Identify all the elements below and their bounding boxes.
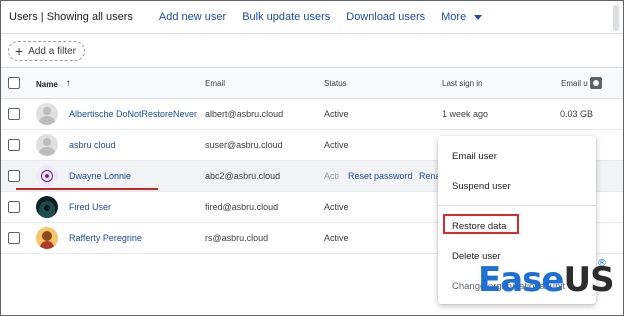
avatar (36, 103, 58, 125)
add-filter-button[interactable]: + Add a filter (8, 41, 85, 61)
scrollbar[interactable] (613, 5, 619, 31)
row-checkbox[interactable] (8, 108, 20, 120)
table-header: Name ↑ Email Status Last sign in Email u (1, 67, 623, 99)
user-status: Active (324, 109, 349, 119)
reset-password-button[interactable]: Reset password (348, 171, 413, 181)
row-checkbox[interactable] (8, 232, 20, 244)
caret-down-icon (474, 14, 483, 20)
user-email: suser@asbru.cloud (205, 140, 283, 150)
page-title-prefix: Users (9, 11, 38, 23)
logo-us: US (563, 260, 614, 300)
more-menu-button[interactable]: More (441, 11, 483, 23)
toolbar: Users | Showing all users Add new user B… (1, 1, 623, 33)
user-name-link[interactable]: Albertische DoNotRestoreNever (69, 109, 197, 119)
user-email: albert@asbru.cloud (205, 109, 284, 119)
table-row[interactable]: Albertische DoNotRestoreNever albert@asb… (1, 99, 623, 130)
avatar (36, 134, 58, 156)
annotation-underline (16, 188, 158, 190)
logo-ease: Ease (478, 260, 564, 300)
user-email-usage: 0.03 GB (560, 109, 594, 119)
menu-item-suspend-user[interactable]: Suspend user (452, 181, 511, 192)
user-name-link[interactable]: asbru cloud (69, 140, 116, 150)
download-users-button[interactable]: Download users (346, 11, 425, 23)
last-sign-in-column-header[interactable]: Last sign in (442, 79, 482, 88)
avatar (36, 196, 58, 218)
menu-item-restore-data[interactable]: Restore data (452, 221, 506, 232)
user-status: Active (324, 202, 349, 212)
registered-mark: ® (597, 258, 607, 269)
select-all-checkbox[interactable] (8, 77, 20, 89)
user-status: Active (324, 233, 349, 243)
menu-divider (438, 205, 596, 206)
avatar (36, 227, 58, 249)
row-checkbox[interactable] (8, 201, 20, 213)
user-name-link[interactable]: Dwayne Lonnie (69, 171, 131, 181)
column-settings-icon[interactable] (590, 77, 602, 89)
user-email: rs@asbru.cloud (205, 233, 269, 243)
name-header-label: Name (36, 80, 58, 89)
email-column-header[interactable]: Email (205, 79, 225, 88)
filter-bar: + Add a filter (1, 33, 623, 67)
user-email: abc2@asbru.cloud (205, 171, 281, 181)
user-last-sign-in: 1 week ago (442, 109, 489, 119)
menu-item-email-user[interactable]: Email user (452, 151, 497, 162)
row-checkbox[interactable] (8, 170, 20, 182)
name-column-header[interactable]: Name ↑ (36, 78, 71, 90)
user-status: Active (324, 140, 349, 150)
status-column-header[interactable]: Status (324, 79, 347, 88)
user-name-link[interactable]: Rafferty Peregrine (69, 233, 142, 243)
user-email: fired@asbru.cloud (205, 202, 279, 212)
avatar (36, 165, 58, 187)
email-usage-column-header[interactable]: Email u (561, 79, 588, 88)
easeus-logo: EaseUS ® (478, 259, 615, 300)
user-status: Acti (324, 171, 340, 181)
row-checkbox[interactable] (8, 139, 20, 151)
more-label: More (441, 11, 467, 23)
plus-icon: + (15, 43, 24, 59)
users-page: Users | Showing all users Add new user B… (0, 0, 624, 316)
page-title: Users | Showing all users (9, 11, 133, 23)
bulk-update-users-button[interactable]: Bulk update users (242, 11, 330, 23)
add-new-user-button[interactable]: Add new user (159, 11, 226, 23)
add-filter-label: Add a filter (28, 45, 76, 57)
user-name-link[interactable]: Fired User (69, 202, 111, 212)
page-title-suffix: | Showing all users (40, 11, 133, 23)
sort-ascending-icon: ↑ (65, 78, 71, 89)
